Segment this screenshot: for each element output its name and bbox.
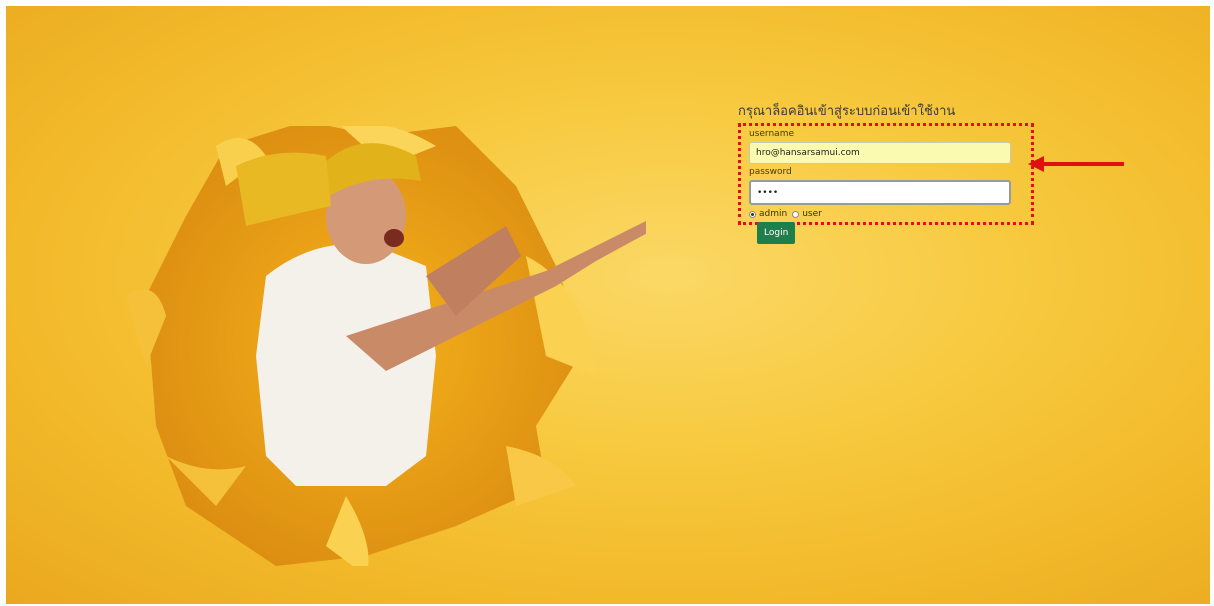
login-panel: กรุณาล็อคอินเข้าสู่ระบบก่อนเข้าใช้งาน us… — [738, 100, 1038, 225]
login-title: กรุณาล็อคอินเข้าสู่ระบบก่อนเข้าใช้งาน — [738, 104, 956, 119]
password-label: password — [749, 167, 792, 177]
red-arrow-annotation-icon — [1028, 156, 1124, 172]
password-input[interactable] — [749, 180, 1011, 205]
credentials-highlight-box: username password admin user — [738, 123, 1034, 225]
role-user-label: user — [802, 209, 822, 219]
man-pointing-illustration — [126, 126, 646, 566]
role-selector: admin user — [749, 208, 1023, 220]
login-button[interactable]: Login — [757, 222, 796, 244]
username-label: username — [749, 129, 794, 139]
login-page: กรุณาล็อคอินเข้าสู่ระบบก่อนเข้าใช้งาน us… — [6, 6, 1210, 604]
role-user-radio[interactable] — [792, 210, 800, 218]
username-input[interactable] — [749, 142, 1011, 164]
role-admin-label: admin — [759, 209, 788, 219]
role-admin-radio[interactable] — [749, 210, 756, 218]
